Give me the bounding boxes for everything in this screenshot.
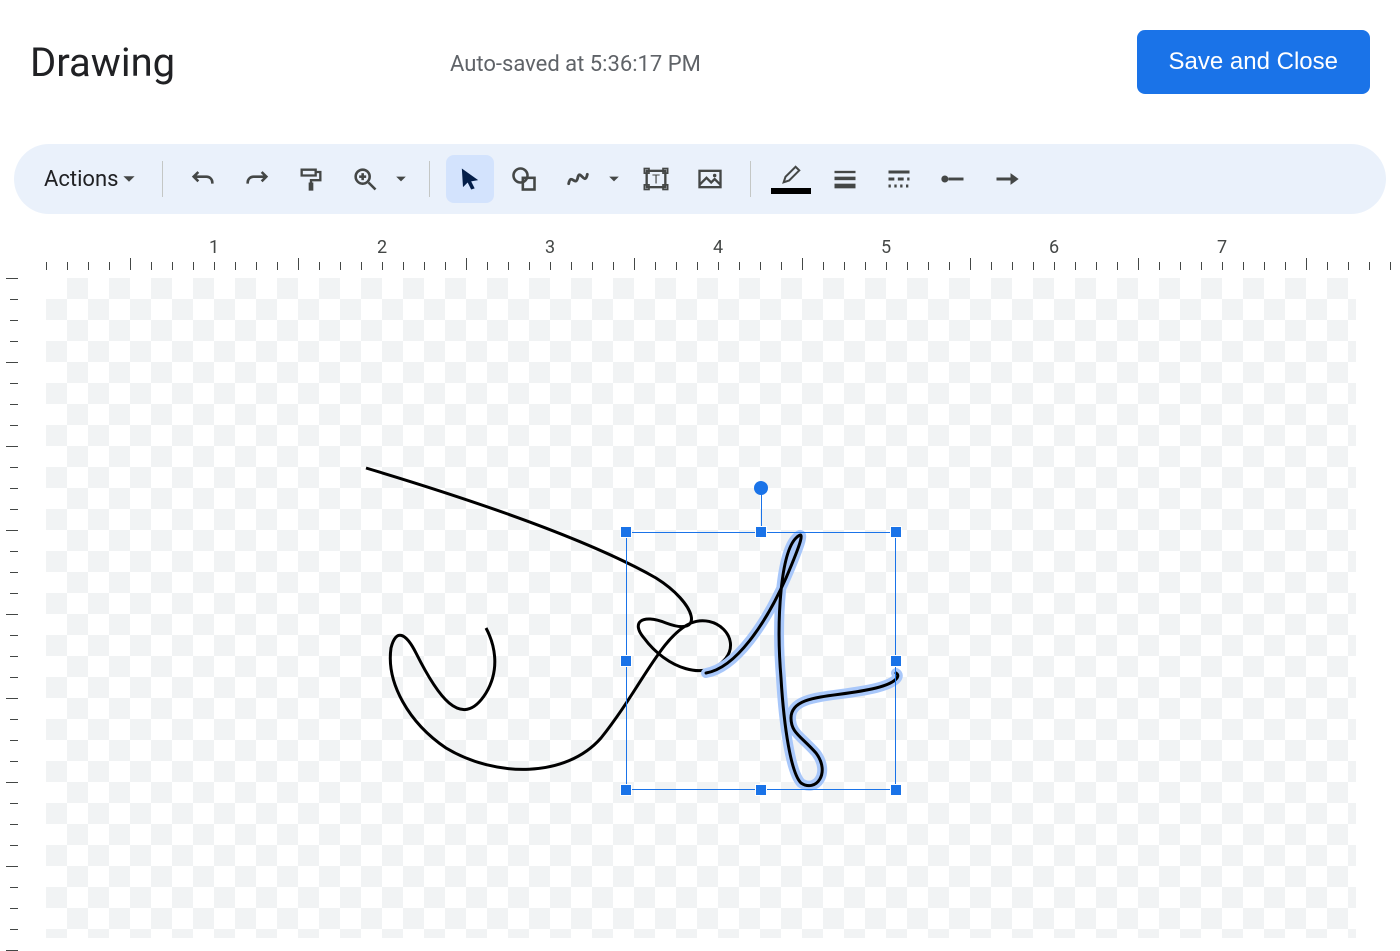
page-title: Drawing — [30, 39, 175, 86]
scribble-tool-button[interactable] — [554, 155, 602, 203]
actions-label: Actions — [44, 167, 118, 192]
redo-icon — [243, 165, 271, 193]
border-color-button[interactable] — [767, 155, 815, 203]
ruler-number: 2 — [377, 237, 387, 258]
border-color-swatch — [771, 188, 811, 194]
ruler-number: 4 — [713, 237, 723, 258]
caret-down-icon — [122, 172, 136, 186]
border-weight-button[interactable] — [821, 155, 869, 203]
resize-handle[interactable] — [620, 784, 632, 796]
actions-menu-button[interactable]: Actions — [34, 159, 146, 200]
line-start-button[interactable] — [929, 155, 977, 203]
redo-button[interactable] — [233, 155, 281, 203]
caret-down-icon — [608, 173, 620, 185]
resize-handle[interactable] — [620, 655, 632, 667]
line-weight-icon — [831, 165, 859, 193]
line-end-button[interactable] — [983, 155, 1031, 203]
border-dash-button[interactable] — [875, 155, 923, 203]
separator — [429, 161, 430, 197]
drawing-canvas[interactable] — [46, 278, 1356, 938]
toolbar: Actions T — [14, 144, 1386, 214]
pencil-icon — [779, 164, 803, 186]
cursor-icon — [456, 165, 484, 193]
paint-format-button[interactable] — [287, 155, 335, 203]
header: Drawing Auto-saved at 5:36:17 PM Save an… — [0, 0, 1400, 114]
line-tool-control[interactable] — [554, 155, 626, 203]
ruler-area: 1 2 3 4 5 6 7 — [0, 234, 1400, 950]
separator — [162, 161, 163, 197]
shape-tool-button[interactable] — [500, 155, 548, 203]
vertical-ruler — [0, 270, 18, 950]
textbox-icon: T — [642, 165, 670, 193]
zoom-button[interactable] — [341, 155, 389, 203]
line-start-icon — [939, 165, 967, 193]
canvas-viewport[interactable] — [18, 270, 1400, 950]
resize-handle[interactable] — [890, 784, 902, 796]
image-tool-button[interactable] — [686, 155, 734, 203]
line-end-icon — [993, 165, 1021, 193]
zoom-control[interactable] — [341, 155, 413, 203]
resize-handle[interactable] — [755, 784, 767, 796]
zoom-icon — [351, 165, 379, 193]
paint-roller-icon — [297, 165, 325, 193]
save-and-close-button[interactable]: Save and Close — [1137, 30, 1370, 94]
undo-icon — [189, 165, 217, 193]
resize-handle[interactable] — [620, 526, 632, 538]
image-icon — [696, 165, 724, 193]
selection-bounding-box[interactable] — [626, 532, 896, 790]
ruler-number: 1 — [209, 237, 219, 258]
ruler-number: 5 — [881, 237, 891, 258]
select-tool-button[interactable] — [446, 155, 494, 203]
scribble-icon — [564, 165, 592, 193]
horizontal-ruler: 1 2 3 4 5 6 7 — [0, 234, 1400, 270]
separator — [750, 161, 751, 197]
autosave-status: Auto-saved at 5:36:17 PM — [450, 52, 701, 77]
resize-handle[interactable] — [755, 526, 767, 538]
ruler-number: 6 — [1049, 237, 1059, 258]
caret-down-icon — [395, 173, 407, 185]
svg-text:T: T — [653, 172, 661, 187]
textbox-tool-button[interactable]: T — [632, 155, 680, 203]
ruler-number: 7 — [1217, 237, 1227, 258]
resize-handle[interactable] — [890, 526, 902, 538]
resize-handle[interactable] — [890, 655, 902, 667]
zoom-dropdown[interactable] — [389, 173, 413, 185]
shape-icon — [510, 165, 538, 193]
line-tool-dropdown[interactable] — [602, 173, 626, 185]
rotation-handle[interactable] — [754, 481, 768, 495]
undo-button[interactable] — [179, 155, 227, 203]
line-dash-icon — [885, 165, 913, 193]
ruler-number: 3 — [545, 237, 555, 258]
